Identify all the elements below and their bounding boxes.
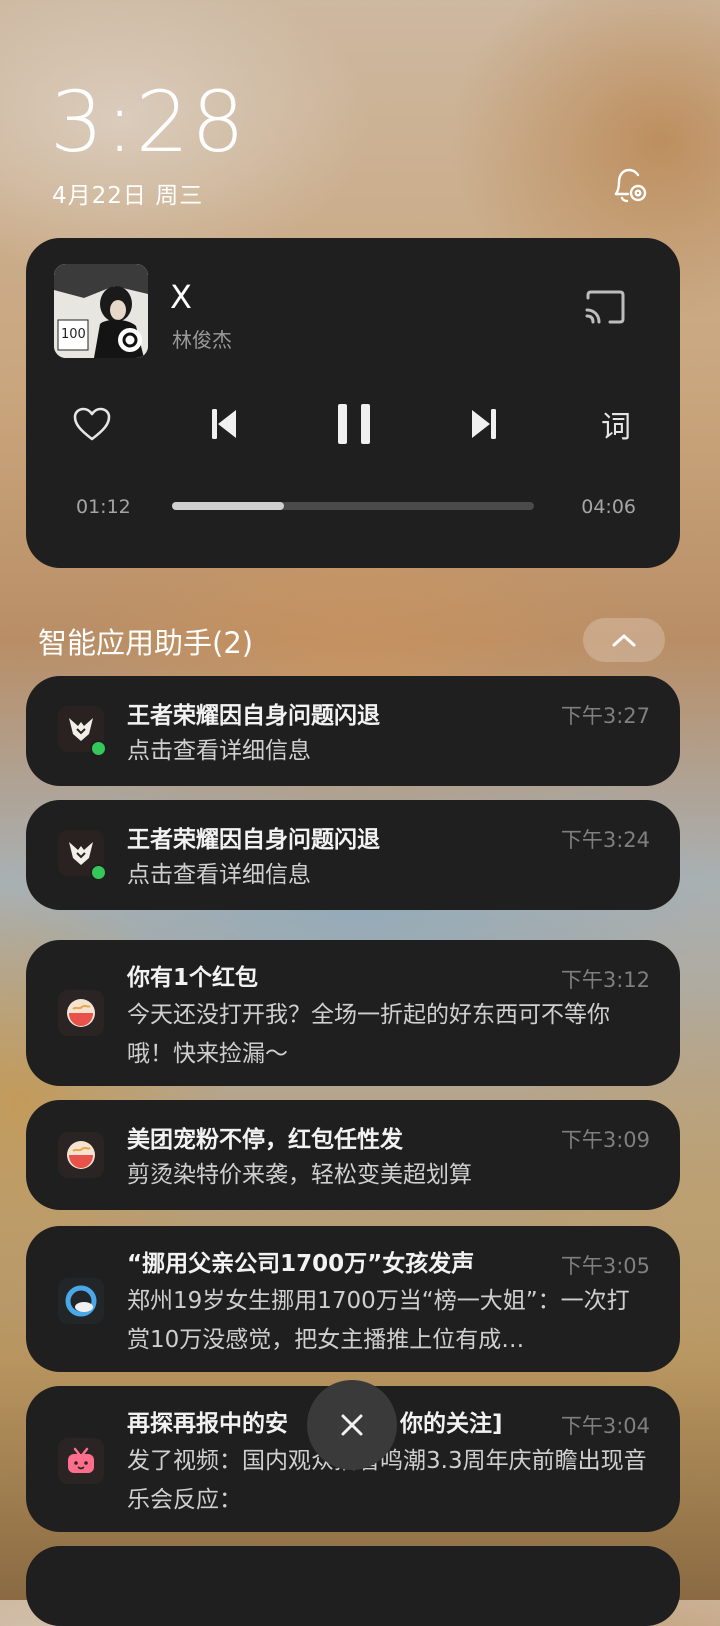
elapsed-time: 01:12 <box>76 496 131 518</box>
notification-body: 点击查看详细信息 <box>127 738 311 764</box>
song-title: X <box>170 278 192 316</box>
news-icon <box>58 1278 104 1324</box>
lyrics-button[interactable]: 词 <box>594 402 638 446</box>
previous-button[interactable] <box>202 402 246 446</box>
notification-card[interactable] <box>26 1546 680 1626</box>
notification-card[interactable]: 王者荣耀因自身问题闪退 下午3:24 点击查看详细信息 <box>26 800 680 910</box>
notification-body: 点击查看详细信息 <box>127 862 311 888</box>
svg-text:100: 100 <box>61 327 86 342</box>
pause-button[interactable] <box>332 402 376 446</box>
noodle-bowl-icon <box>58 990 104 1036</box>
notification-time: 下午3:05 <box>560 1254 650 1278</box>
notification-card[interactable]: 王者荣耀因自身问题闪退 下午3:27 点击查看详细信息 <box>26 676 680 786</box>
favorite-button[interactable] <box>70 402 114 446</box>
album-art[interactable]: 100 <box>54 264 148 358</box>
progress-bar[interactable] <box>172 502 534 510</box>
notification-time: 下午3:12 <box>560 968 650 992</box>
notification-body: 郑州19岁女生挪用1700万当“榜一大姐”：一次打赏10万没感觉，把女主播推上位… <box>127 1288 630 1353</box>
clock: 3:28 <box>50 73 247 171</box>
notification-body: 发了视频：国内观众播看鸣潮3.3周年庆前瞻出现音乐会反应： <box>127 1448 647 1513</box>
date: 4月22日 周三 <box>52 183 204 209</box>
noodle-bowl-icon <box>58 1132 104 1178</box>
progress-fill <box>172 502 285 510</box>
notification-title: 美团宠粉不停，红包任性发 <box>127 1127 403 1153</box>
notification-time: 下午3:27 <box>560 704 650 728</box>
next-button[interactable] <box>462 402 506 446</box>
notification-card[interactable]: 美团宠粉不停，红包任性发 下午3:09 剪烫染特价来袭，轻松变美超划算 <box>26 1100 680 1210</box>
notification-title: 你有1个红包 <box>127 965 259 991</box>
notification-time: 下午3:24 <box>560 828 650 852</box>
status-dot <box>90 864 107 881</box>
status-dot <box>90 740 107 757</box>
notification-group-title: 智能应用助手(2) <box>38 626 254 660</box>
notification-card[interactable]: 你有1个红包 下午3:12 今天还没打开我？全场一折起的好东西可不等你哦！快来捡… <box>26 940 680 1086</box>
notification-title: “挪用父亲公司1700万”女孩发声 <box>127 1251 475 1277</box>
cast-icon[interactable] <box>582 288 628 328</box>
chevron-up-icon <box>612 634 636 647</box>
notification-title: 王者荣耀因自身问题闪退 <box>127 827 380 853</box>
clear-all-button[interactable] <box>307 1380 397 1470</box>
close-icon <box>341 1414 363 1436</box>
notification-card[interactable]: “挪用父亲公司1700万”女孩发声 下午3:05 郑州19岁女生挪用1700万当… <box>26 1226 680 1372</box>
lyrics-icon: 词 <box>601 410 631 445</box>
collapse-group-button[interactable] <box>583 618 665 662</box>
notification-body: 今天还没打开我？全场一折起的好东西可不等你哦！快来捡漏～ <box>127 1002 610 1067</box>
media-player-card: 100 X 林俊杰 词 01:12 04:06 <box>26 238 680 568</box>
notification-settings-icon[interactable] <box>608 164 652 208</box>
notification-time: 下午3:09 <box>560 1128 650 1152</box>
notification-time: 下午3:04 <box>560 1414 650 1438</box>
notification-title: 王者荣耀因自身问题闪退 <box>127 703 380 729</box>
bilibili-tv-icon <box>58 1438 104 1484</box>
total-duration: 04:06 <box>581 496 636 518</box>
notification-body: 剪烫染特价来袭，轻松变美超划算 <box>127 1162 472 1188</box>
song-artist: 林俊杰 <box>172 328 232 352</box>
